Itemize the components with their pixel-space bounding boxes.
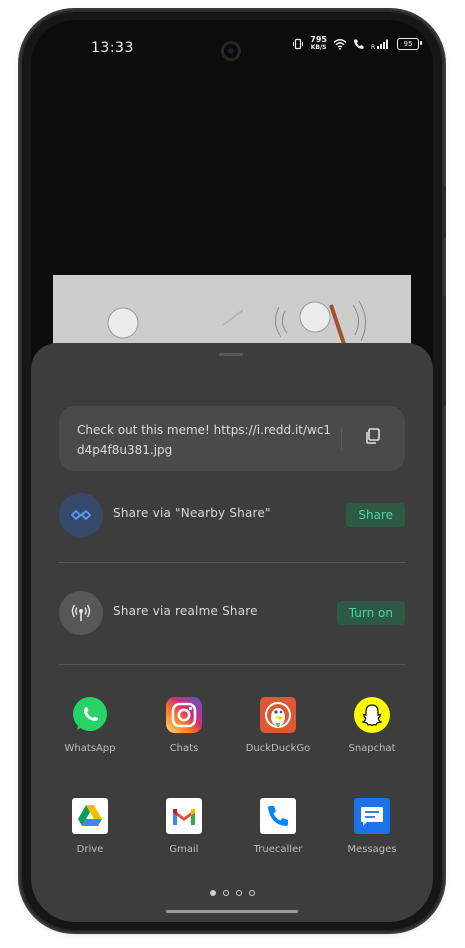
call-icon: [353, 38, 365, 50]
status-icons: 795 KB/S R 95: [292, 36, 422, 52]
realme-share-label: Share via realme Share: [113, 604, 258, 618]
wifi-icon: [333, 38, 347, 50]
shared-link-box: Check out this meme! https://i.redd.it/w…: [59, 406, 405, 471]
app-label: Chats: [169, 743, 199, 754]
battery-indicator: 95: [397, 38, 422, 50]
app-instagram-chats[interactable]: Chats: [137, 695, 231, 754]
app-label: Snapchat: [348, 743, 396, 754]
gmail-icon: [164, 796, 204, 836]
status-time: 13:33: [91, 40, 134, 56]
nearby-share-button[interactable]: Share: [346, 503, 405, 527]
signal-roaming-label: R: [371, 44, 375, 50]
truecaller-icon: [258, 796, 298, 836]
page-dot[interactable]: [235, 890, 242, 896]
app-whatsapp[interactable]: WhatsApp: [43, 695, 137, 754]
signal-icon: R: [371, 38, 391, 50]
nearby-share-label: Share via "Nearby Share": [113, 506, 271, 520]
messages-icon: [352, 796, 392, 836]
duckduckgo-icon: [258, 695, 298, 735]
nearby-share-icon: [59, 493, 103, 537]
realme-share-icon: [59, 591, 103, 635]
realme-share-turn-on-button[interactable]: Turn on: [336, 601, 405, 625]
app-truecaller[interactable]: Truecaller: [231, 796, 325, 855]
app-messages[interactable]: Messages: [325, 796, 419, 855]
app-label: Truecaller: [253, 844, 303, 855]
nearby-share-row[interactable]: Share via "Nearby Share" Share: [59, 493, 405, 537]
drag-handle[interactable]: [219, 353, 243, 356]
app-duckduckgo[interactable]: DuckDuckGo: [231, 695, 325, 754]
network-speed-value: 795: [310, 35, 327, 44]
section-divider: [59, 562, 405, 563]
home-indicator-bar[interactable]: [166, 910, 298, 913]
vibrate-icon: [292, 38, 304, 50]
realme-share-row[interactable]: Share via realme Share Turn on: [59, 591, 405, 635]
app-label: Drive: [76, 844, 104, 855]
page-dot[interactable]: [209, 890, 216, 896]
front-camera: [224, 44, 238, 58]
app-label: WhatsApp: [64, 743, 116, 754]
app-snapchat[interactable]: Snapchat: [325, 695, 419, 754]
instagram-icon: [164, 695, 204, 735]
network-speed-unit: KB/S: [310, 44, 327, 51]
status-bar: 13:33 795 KB/S R 95: [31, 20, 433, 72]
google-drive-icon: [70, 796, 110, 836]
screen: 13:33 795 KB/S R 95 Check out this meme!…: [31, 20, 433, 922]
app-google-drive[interactable]: Drive: [43, 796, 137, 855]
whatsapp-icon: [70, 695, 110, 735]
app-label: DuckDuckGo: [245, 743, 311, 754]
shared-link-text: Check out this meme! https://i.redd.it/w…: [77, 423, 332, 457]
page-dot[interactable]: [222, 890, 229, 896]
link-box-divider: [341, 428, 342, 450]
page-indicator: [31, 890, 433, 896]
section-divider: [59, 664, 405, 665]
page-dot[interactable]: [248, 890, 255, 896]
share-sheet: Check out this meme! https://i.redd.it/w…: [31, 343, 433, 922]
volume-button: [442, 186, 446, 238]
copy-button[interactable]: [357, 422, 389, 454]
app-gmail[interactable]: Gmail: [137, 796, 231, 855]
app-label: Gmail: [169, 844, 199, 855]
network-speed: 795 KB/S: [310, 36, 327, 52]
snapchat-icon: [352, 695, 392, 735]
app-label: Messages: [347, 844, 397, 855]
phone-frame: 13:33 795 KB/S R 95 Check out this meme!…: [22, 12, 442, 930]
copy-icon: [363, 426, 383, 450]
power-button: [442, 296, 446, 406]
